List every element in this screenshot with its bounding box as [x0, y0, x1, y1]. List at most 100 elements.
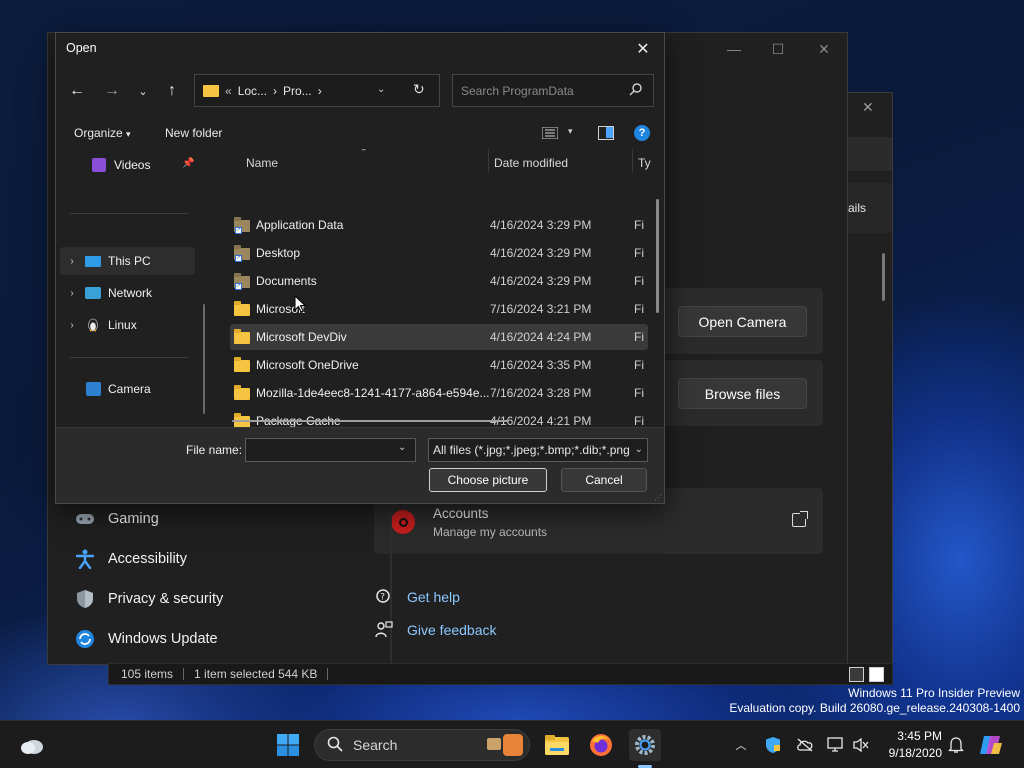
- security-shield-icon[interactable]: [763, 735, 783, 755]
- open-dialog: Open ✕ ← → ⌄ ↑ « Loc... › Pro... › ⌄ ↻ S…: [55, 32, 665, 504]
- nav-camera[interactable]: Camera: [60, 375, 196, 403]
- forward-arrow-icon[interactable]: →: [100, 80, 124, 102]
- minimize-icon[interactable]: —: [722, 41, 746, 57]
- organize-button[interactable]: Organize ▾: [74, 126, 131, 140]
- pin-icon[interactable]: 📌: [182, 158, 194, 169]
- volume-muted-icon[interactable]: [851, 735, 871, 755]
- organize-label: Organize: [74, 126, 123, 140]
- svg-text:?: ?: [380, 593, 385, 603]
- filter-dropdown-icon[interactable]: ⌄: [632, 444, 643, 455]
- tiles-view-icon[interactable]: [869, 667, 884, 682]
- nav-windows-update[interactable]: Windows Update: [74, 624, 218, 654]
- clock-date[interactable]: 9/18/2020: [880, 746, 942, 760]
- open-camera-button[interactable]: Open Camera: [678, 306, 807, 337]
- file-row[interactable]: Microsoft 7/16/2024 3:21 PM Fi: [230, 296, 648, 322]
- external-link-icon[interactable]: [792, 511, 808, 527]
- cloud-offline-icon[interactable]: [795, 735, 815, 755]
- view-options-icon[interactable]: [541, 126, 559, 140]
- expand-chevron-icon[interactable]: ›: [60, 320, 84, 331]
- expand-chevron-icon[interactable]: ›: [60, 288, 84, 299]
- scrollbar[interactable]: [882, 253, 885, 301]
- background-window: ✕ ails: [848, 92, 893, 672]
- file-name-dropdown-icon[interactable]: ⌄: [398, 442, 406, 453]
- close-icon[interactable]: ✕: [862, 99, 874, 116]
- details-label: ails: [848, 201, 867, 215]
- file-row-selected[interactable]: Microsoft DevDiv 4/16/2024 4:24 PM Fi: [230, 324, 648, 350]
- file-explorer-icon[interactable]: [541, 729, 573, 761]
- left-pane-scrollbar[interactable]: [203, 304, 205, 414]
- camera-icon: [84, 381, 102, 397]
- file-row[interactable]: Microsoft OneDrive 4/16/2024 3:35 PM Fi: [230, 352, 648, 378]
- refresh-icon[interactable]: ↻: [413, 81, 425, 98]
- weather-icon[interactable]: [16, 729, 48, 761]
- details-tab[interactable]: ails: [848, 183, 892, 233]
- back-arrow-icon[interactable]: ←: [65, 80, 89, 102]
- nav-windows-update-label: Windows Update: [108, 631, 218, 647]
- nav-privacy[interactable]: Privacy & security: [74, 584, 223, 614]
- address-dropdown-icon[interactable]: ⌄: [377, 84, 385, 95]
- get-help-link[interactable]: ? Get help: [373, 586, 460, 608]
- search-highlight-icon: [487, 738, 501, 750]
- file-row[interactable]: ↗ Documents 4/16/2024 3:29 PM Fi: [230, 268, 648, 294]
- chevron-up-icon[interactable]: ︿: [731, 735, 751, 755]
- video-icon: [90, 157, 108, 173]
- file-row[interactable]: Mozilla-1de4eec8-1241-4177-a864-e594e...…: [230, 380, 648, 406]
- give-feedback-link[interactable]: Give feedback: [373, 619, 497, 641]
- give-feedback-label: Give feedback: [407, 622, 497, 638]
- breadcrumb-overflow[interactable]: «: [225, 84, 232, 98]
- view-dropdown-icon[interactable]: ▾: [568, 126, 573, 137]
- file-row[interactable]: ↗ Application Data 4/16/2024 3:29 PM Fi: [230, 212, 648, 238]
- cancel-button[interactable]: Cancel: [561, 468, 647, 492]
- column-header-type[interactable]: Ty: [638, 156, 651, 170]
- watermark-line1: Windows 11 Pro Insider Preview: [848, 686, 1020, 700]
- accounts-icon: [391, 510, 415, 534]
- nav-videos[interactable]: Videos 📌: [66, 151, 202, 179]
- nav-videos-label: Videos: [114, 158, 151, 172]
- expand-chevron-icon[interactable]: ›: [60, 256, 84, 267]
- resize-grip-icon[interactable]: ⋰: [654, 493, 662, 502]
- breadcrumb-local[interactable]: Loc...: [238, 84, 267, 98]
- details-view-icon[interactable]: [849, 667, 864, 682]
- new-folder-button[interactable]: New folder: [165, 126, 222, 140]
- nav-network[interactable]: › Network: [60, 279, 196, 307]
- choose-picture-button[interactable]: Choose picture: [429, 468, 547, 492]
- nav-this-pc-label: This PC: [108, 254, 151, 268]
- notification-bell-icon[interactable]: [946, 735, 966, 755]
- maximize-icon[interactable]: ☐: [766, 41, 790, 58]
- up-arrow-icon[interactable]: ↑: [160, 80, 184, 102]
- help-icon[interactable]: ?: [634, 125, 650, 141]
- preview-pane-icon[interactable]: [598, 126, 614, 140]
- file-row[interactable]: ↗ Desktop 4/16/2024 3:29 PM Fi: [230, 240, 648, 266]
- column-header-name[interactable]: Name: [246, 156, 278, 170]
- clock-time[interactable]: 3:45 PM: [886, 729, 942, 743]
- recent-chevron-icon[interactable]: ⌄: [131, 80, 155, 102]
- nav-accessibility[interactable]: Accessibility: [74, 544, 187, 574]
- dialog-title: Open: [66, 41, 97, 55]
- taskbar-search[interactable]: Search: [314, 729, 530, 761]
- folder-shortcut-icon: ↗: [234, 217, 250, 234]
- file-type-filter[interactable]: All files (*.jpg;*.jpeg;*.bmp;*.dib;*.pn…: [428, 438, 648, 462]
- horizontal-scrollbar[interactable]: [232, 420, 508, 422]
- start-windows-icon[interactable]: [272, 729, 304, 761]
- nav-gaming[interactable]: Gaming: [74, 504, 159, 534]
- copilot-icon[interactable]: [976, 729, 1006, 761]
- column-header-date[interactable]: Date modified: [494, 156, 568, 170]
- browse-files-button[interactable]: Browse files: [678, 378, 807, 409]
- search-icon: [629, 82, 643, 99]
- file-name-input[interactable]: [245, 438, 416, 462]
- close-icon[interactable]: ✕: [628, 36, 658, 62]
- nav-network-label: Network: [108, 286, 153, 300]
- display-icon[interactable]: [826, 735, 846, 755]
- nav-this-pc[interactable]: › This PC: [60, 247, 195, 275]
- nav-linux[interactable]: › Linux: [60, 311, 196, 339]
- file-row[interactable]: Package Cache 4/16/2024 4:21 PM Fi: [230, 408, 648, 427]
- address-bar[interactable]: « Loc... › Pro... › ⌄ ↻: [194, 74, 440, 107]
- vertical-scrollbar[interactable]: [656, 199, 659, 313]
- header-strip: [848, 137, 892, 171]
- search-input[interactable]: Search ProgramData: [452, 74, 654, 107]
- close-icon[interactable]: ✕: [812, 41, 836, 58]
- computer-icon: [84, 253, 102, 269]
- firefox-icon[interactable]: [585, 729, 617, 761]
- breadcrumb-programdata[interactable]: Pro...: [283, 84, 312, 98]
- settings-gear-icon[interactable]: [629, 729, 661, 761]
